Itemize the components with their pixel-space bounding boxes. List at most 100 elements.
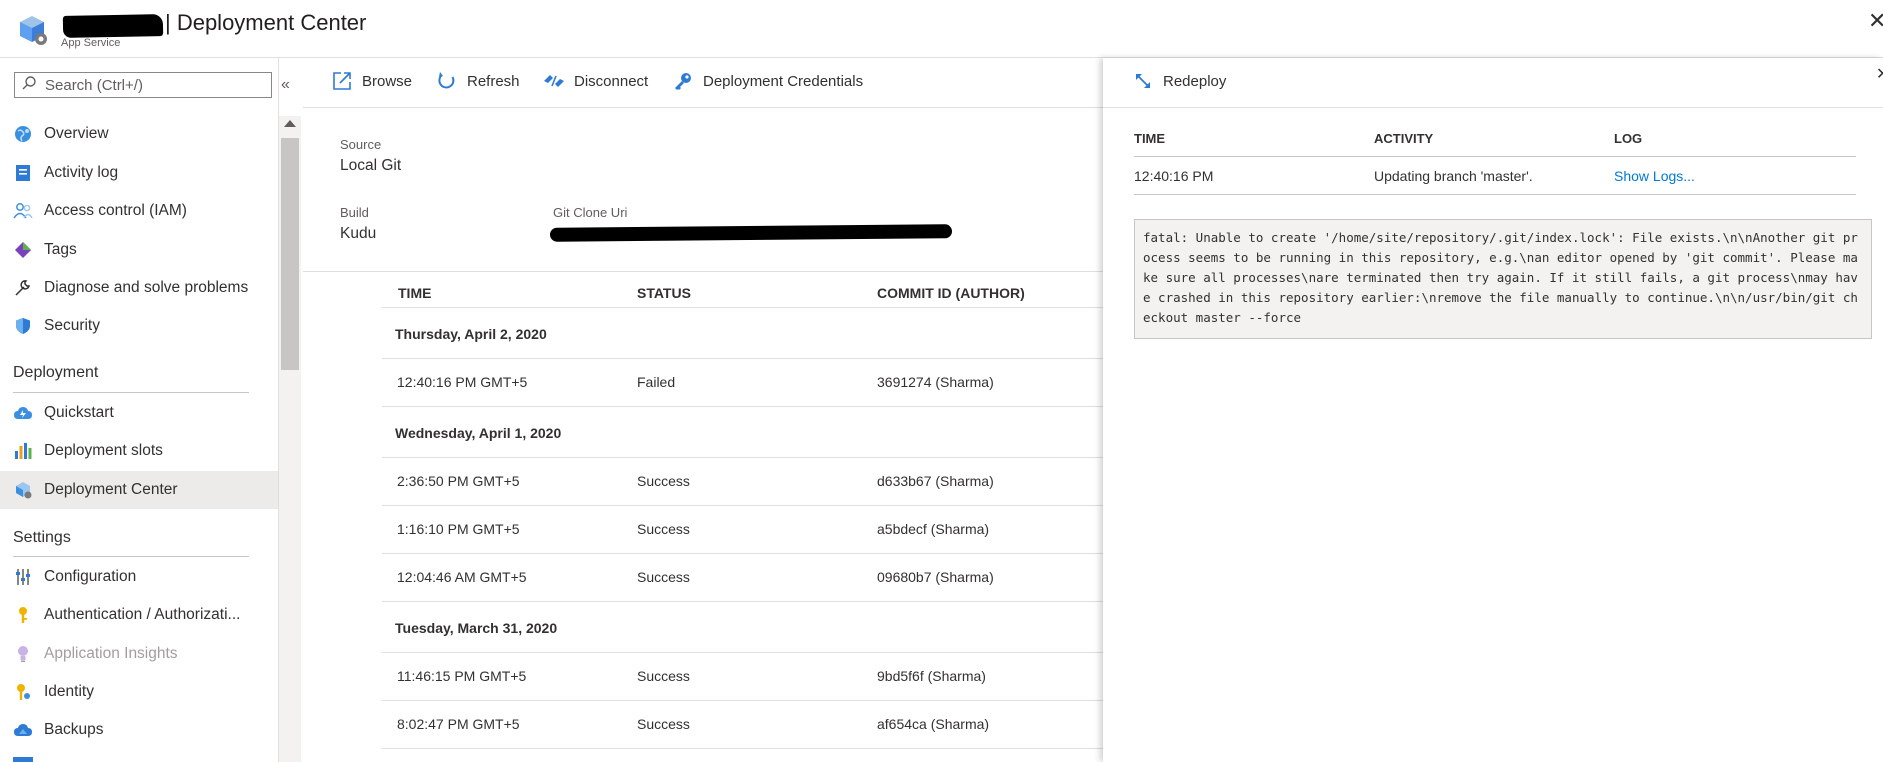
sidebar-item-label: Deployment Center xyxy=(44,481,178,498)
wrench-icon xyxy=(13,278,33,298)
disconnect-label: Disconnect xyxy=(574,72,649,90)
disconnect-icon xyxy=(543,70,565,92)
deployment-credentials-button[interactable]: Deployment Credentials xyxy=(672,70,863,92)
source-label: Source xyxy=(340,137,382,152)
sidebar-item-backups[interactable]: Backups xyxy=(0,711,278,749)
lightbulb-icon xyxy=(13,644,33,664)
sidebar-item-quickstart[interactable]: Quickstart xyxy=(0,394,278,432)
table-row-commit: 09680b7 (Sharma) xyxy=(877,569,994,585)
show-logs-link[interactable]: Show Logs... xyxy=(1614,168,1695,184)
external-link-icon xyxy=(331,70,353,92)
table-row-time[interactable]: 1:16:10 PM GMT+5 xyxy=(397,521,520,537)
people-icon xyxy=(13,201,33,221)
close-blade-icon[interactable]: ✕ xyxy=(1876,64,1883,84)
sidebar-item-tags[interactable]: Tags xyxy=(0,231,278,269)
sidebar-scrollbar-thumb[interactable] xyxy=(281,138,299,370)
table-row-time[interactable]: 11:46:15 PM GMT+5 xyxy=(397,668,526,684)
cloud-backup-icon xyxy=(13,720,33,740)
row-divider xyxy=(382,406,1103,407)
table-row-commit: 3691274 (Sharma) xyxy=(877,374,994,390)
column-header-commit[interactable]: COMMIT ID (AUTHOR) xyxy=(877,285,1025,301)
search-icon xyxy=(21,75,37,95)
row-divider xyxy=(382,358,1103,359)
disconnect-button[interactable]: Disconnect xyxy=(543,70,648,92)
tag-icon xyxy=(13,240,33,260)
table-row-status: Success xyxy=(637,473,690,489)
row-divider xyxy=(382,553,1103,554)
refresh-button[interactable]: Refresh xyxy=(436,70,520,92)
browse-label: Browse xyxy=(362,72,413,90)
sidebar-item-identity[interactable]: Identity xyxy=(0,673,278,711)
header-divider xyxy=(1134,156,1856,157)
table-row-time[interactable]: 12:40:16 PM GMT+5 xyxy=(397,374,527,390)
table-row-status: Success xyxy=(637,569,690,585)
date-group-header: Wednesday, April 1, 2020 xyxy=(395,425,562,441)
deployment-log-blade xyxy=(1103,58,1883,762)
table-row-status: Failed xyxy=(637,374,676,390)
sidebar-item-label: Configuration xyxy=(44,568,137,585)
sidebar-item-deployment-slots[interactable]: Deployment slots xyxy=(0,432,278,470)
column-header-time[interactable]: TIME xyxy=(398,285,431,301)
sidebar-item-label: Access control (IAM) xyxy=(44,202,187,219)
sidebar-item-authentication[interactable]: Authentication / Authorizati... xyxy=(0,596,278,634)
page-subtitle: App Service xyxy=(61,37,121,49)
sidebar-item-deployment-center[interactable]: Deployment Center xyxy=(0,471,278,509)
sidebar-item-access-control[interactable]: Access control (IAM) xyxy=(0,192,278,230)
sidebar-item-security[interactable]: Security xyxy=(0,307,278,345)
build-label: Build xyxy=(340,205,369,220)
table-row-status: Success xyxy=(637,716,690,732)
sidebar-item-label: Security xyxy=(44,317,100,334)
date-group-header: Tuesday, March 31, 2020 xyxy=(395,620,558,636)
table-row-time[interactable]: 12:04:46 AM GMT+5 xyxy=(397,569,527,585)
deployment-credentials-label: Deployment Credentials xyxy=(703,72,864,90)
scroll-up-arrow-icon[interactable] xyxy=(284,120,296,127)
column-header-log: LOG xyxy=(1614,131,1643,146)
close-page-icon[interactable]: ✕ xyxy=(1868,8,1883,34)
sidebar-item-application-insights[interactable]: Application Insights xyxy=(0,635,278,673)
table-row-commit: a5bdecf (Sharma) xyxy=(877,521,990,537)
log-row-activity: Updating branch 'master'. xyxy=(1374,168,1533,184)
refresh-icon xyxy=(436,70,458,92)
sidebar-item-overview[interactable]: Overview xyxy=(0,115,278,153)
refresh-label: Refresh xyxy=(467,72,520,90)
shield-icon xyxy=(13,316,33,336)
row-divider xyxy=(382,601,1103,602)
column-header-time: TIME xyxy=(1134,131,1166,146)
row-divider xyxy=(382,700,1103,701)
redeploy-button[interactable]: Redeploy xyxy=(1132,70,1226,92)
sidebar-item-label: Overview xyxy=(44,125,109,142)
row-divider xyxy=(382,748,1103,749)
search-input[interactable] xyxy=(45,76,265,94)
divider xyxy=(303,271,1103,272)
identity-key-icon xyxy=(13,682,33,702)
table-row-status: Success xyxy=(637,668,690,684)
sidebar-item-configuration[interactable]: Configuration xyxy=(0,558,278,596)
browse-button[interactable]: Browse xyxy=(331,70,412,92)
sidebar-item-diagnose[interactable]: Diagnose and solve problems xyxy=(0,269,278,307)
row-divider xyxy=(382,652,1103,653)
header-divider xyxy=(382,307,1103,308)
redeploy-icon xyxy=(1132,70,1154,92)
column-header-status[interactable]: STATUS xyxy=(637,285,691,301)
sidebar-item-label: Authentication / Authorizati... xyxy=(44,606,241,623)
key-icon xyxy=(672,70,694,92)
app-service-icon xyxy=(14,12,50,48)
section-divider xyxy=(13,392,249,393)
section-deployment: Deployment xyxy=(13,364,99,381)
table-row-status: Success xyxy=(637,521,690,537)
search-box[interactable] xyxy=(14,72,272,98)
cloud-bolt-icon xyxy=(13,403,33,423)
table-row-time[interactable]: 2:36:50 PM GMT+5 xyxy=(397,473,520,489)
deployment-center-icon xyxy=(13,480,33,500)
sidebar-item-label: Backups xyxy=(44,721,104,738)
key-icon xyxy=(13,605,33,625)
sidebar-next-item-icon xyxy=(13,757,33,762)
activity-log-icon xyxy=(13,163,33,183)
page-title: | Deployment Center xyxy=(165,10,367,35)
sidebar-item-activity-log[interactable]: Activity log xyxy=(0,154,278,192)
sidebar-item-label: Identity xyxy=(44,683,94,700)
sidebar-item-label: Tags xyxy=(44,241,77,258)
table-row-time[interactable]: 8:02:47 PM GMT+5 xyxy=(397,716,520,732)
collapse-sidebar-icon[interactable]: « xyxy=(281,76,290,94)
sidebar-item-label: Activity log xyxy=(44,164,119,181)
